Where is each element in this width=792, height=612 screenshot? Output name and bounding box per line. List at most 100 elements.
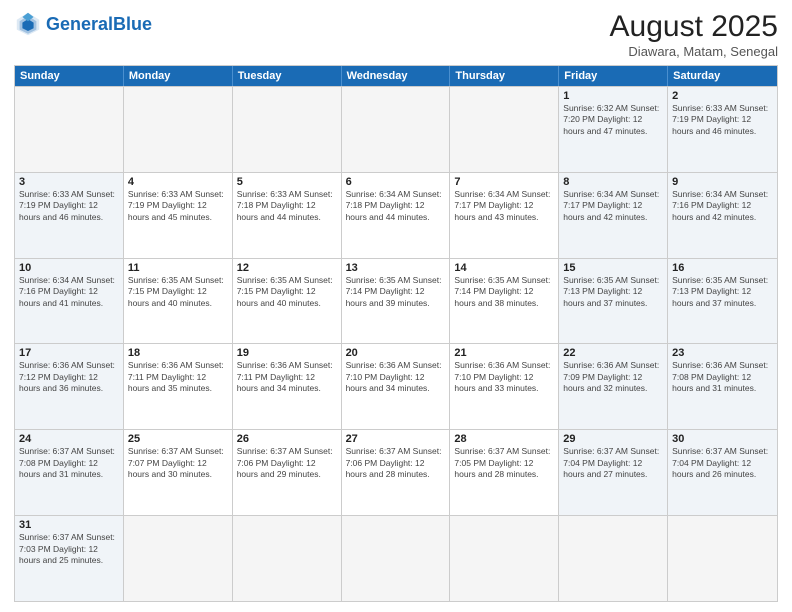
day-number: 24 <box>19 433 119 445</box>
logo-text: GeneralBlue <box>46 15 152 33</box>
calendar-header: SundayMondayTuesdayWednesdayThursdayFrid… <box>15 66 777 86</box>
day-cell-15: 15Sunrise: 6:35 AM Sunset: 7:13 PM Dayli… <box>559 259 668 344</box>
day-cell-7: 7Sunrise: 6:34 AM Sunset: 7:17 PM Daylig… <box>450 173 559 258</box>
day-detail: Sunrise: 6:37 AM Sunset: 7:04 PM Dayligh… <box>563 446 663 480</box>
empty-cell <box>559 516 668 601</box>
empty-cell <box>124 87 233 172</box>
empty-cell <box>450 87 559 172</box>
header: GeneralBlue August 2025 Diawara, Matam, … <box>14 10 778 59</box>
day-cell-22: 22Sunrise: 6:36 AM Sunset: 7:09 PM Dayli… <box>559 344 668 429</box>
empty-cell <box>233 516 342 601</box>
day-detail: Sunrise: 6:37 AM Sunset: 7:06 PM Dayligh… <box>237 446 337 480</box>
day-cell-24: 24Sunrise: 6:37 AM Sunset: 7:08 PM Dayli… <box>15 430 124 515</box>
day-number: 15 <box>563 262 663 274</box>
empty-cell <box>668 516 777 601</box>
day-detail: Sunrise: 6:36 AM Sunset: 7:10 PM Dayligh… <box>346 360 446 394</box>
day-cell-3: 3Sunrise: 6:33 AM Sunset: 7:19 PM Daylig… <box>15 173 124 258</box>
day-cell-14: 14Sunrise: 6:35 AM Sunset: 7:14 PM Dayli… <box>450 259 559 344</box>
day-number: 2 <box>672 90 773 102</box>
day-cell-4: 4Sunrise: 6:33 AM Sunset: 7:19 PM Daylig… <box>124 173 233 258</box>
day-cell-30: 30Sunrise: 6:37 AM Sunset: 7:04 PM Dayli… <box>668 430 777 515</box>
day-detail: Sunrise: 6:36 AM Sunset: 7:08 PM Dayligh… <box>672 360 773 394</box>
calendar-row-2: 10Sunrise: 6:34 AM Sunset: 7:16 PM Dayli… <box>15 258 777 344</box>
day-cell-23: 23Sunrise: 6:36 AM Sunset: 7:08 PM Dayli… <box>668 344 777 429</box>
main-title: August 2025 <box>610 10 778 44</box>
day-number: 7 <box>454 176 554 188</box>
day-number: 14 <box>454 262 554 274</box>
day-detail: Sunrise: 6:37 AM Sunset: 7:08 PM Dayligh… <box>19 446 119 480</box>
day-cell-2: 2Sunrise: 6:33 AM Sunset: 7:19 PM Daylig… <box>668 87 777 172</box>
empty-cell <box>450 516 559 601</box>
calendar-row-5: 31Sunrise: 6:37 AM Sunset: 7:03 PM Dayli… <box>15 515 777 601</box>
day-detail: Sunrise: 6:36 AM Sunset: 7:11 PM Dayligh… <box>128 360 228 394</box>
day-detail: Sunrise: 6:35 AM Sunset: 7:14 PM Dayligh… <box>454 275 554 309</box>
day-detail: Sunrise: 6:34 AM Sunset: 7:16 PM Dayligh… <box>672 189 773 223</box>
day-detail: Sunrise: 6:35 AM Sunset: 7:15 PM Dayligh… <box>237 275 337 309</box>
header-day-thursday: Thursday <box>450 66 559 86</box>
subtitle: Diawara, Matam, Senegal <box>610 44 778 59</box>
empty-cell <box>342 516 451 601</box>
day-number: 13 <box>346 262 446 274</box>
day-detail: Sunrise: 6:37 AM Sunset: 7:03 PM Dayligh… <box>19 532 119 566</box>
day-number: 30 <box>672 433 773 445</box>
day-number: 31 <box>19 519 119 531</box>
day-number: 17 <box>19 347 119 359</box>
day-cell-9: 9Sunrise: 6:34 AM Sunset: 7:16 PM Daylig… <box>668 173 777 258</box>
day-cell-5: 5Sunrise: 6:33 AM Sunset: 7:18 PM Daylig… <box>233 173 342 258</box>
day-number: 8 <box>563 176 663 188</box>
day-number: 19 <box>237 347 337 359</box>
calendar-row-3: 17Sunrise: 6:36 AM Sunset: 7:12 PM Dayli… <box>15 343 777 429</box>
calendar-row-4: 24Sunrise: 6:37 AM Sunset: 7:08 PM Dayli… <box>15 429 777 515</box>
header-day-wednesday: Wednesday <box>342 66 451 86</box>
day-detail: Sunrise: 6:34 AM Sunset: 7:16 PM Dayligh… <box>19 275 119 309</box>
day-detail: Sunrise: 6:36 AM Sunset: 7:10 PM Dayligh… <box>454 360 554 394</box>
day-number: 4 <box>128 176 228 188</box>
header-day-tuesday: Tuesday <box>233 66 342 86</box>
day-number: 18 <box>128 347 228 359</box>
day-cell-18: 18Sunrise: 6:36 AM Sunset: 7:11 PM Dayli… <box>124 344 233 429</box>
day-cell-25: 25Sunrise: 6:37 AM Sunset: 7:07 PM Dayli… <box>124 430 233 515</box>
day-detail: Sunrise: 6:34 AM Sunset: 7:18 PM Dayligh… <box>346 189 446 223</box>
day-cell-1: 1Sunrise: 6:32 AM Sunset: 7:20 PM Daylig… <box>559 87 668 172</box>
day-cell-26: 26Sunrise: 6:37 AM Sunset: 7:06 PM Dayli… <box>233 430 342 515</box>
empty-cell <box>233 87 342 172</box>
day-number: 29 <box>563 433 663 445</box>
calendar: SundayMondayTuesdayWednesdayThursdayFrid… <box>14 65 778 602</box>
day-detail: Sunrise: 6:33 AM Sunset: 7:19 PM Dayligh… <box>672 103 773 137</box>
day-cell-16: 16Sunrise: 6:35 AM Sunset: 7:13 PM Dayli… <box>668 259 777 344</box>
day-detail: Sunrise: 6:35 AM Sunset: 7:14 PM Dayligh… <box>346 275 446 309</box>
day-detail: Sunrise: 6:35 AM Sunset: 7:15 PM Dayligh… <box>128 275 228 309</box>
day-number: 23 <box>672 347 773 359</box>
day-number: 21 <box>454 347 554 359</box>
day-number: 6 <box>346 176 446 188</box>
logo: GeneralBlue <box>14 10 152 38</box>
day-cell-8: 8Sunrise: 6:34 AM Sunset: 7:17 PM Daylig… <box>559 173 668 258</box>
day-number: 20 <box>346 347 446 359</box>
header-day-friday: Friday <box>559 66 668 86</box>
day-number: 26 <box>237 433 337 445</box>
day-cell-31: 31Sunrise: 6:37 AM Sunset: 7:03 PM Dayli… <box>15 516 124 601</box>
day-cell-12: 12Sunrise: 6:35 AM Sunset: 7:15 PM Dayli… <box>233 259 342 344</box>
day-detail: Sunrise: 6:37 AM Sunset: 7:04 PM Dayligh… <box>672 446 773 480</box>
day-cell-21: 21Sunrise: 6:36 AM Sunset: 7:10 PM Dayli… <box>450 344 559 429</box>
day-number: 10 <box>19 262 119 274</box>
day-cell-19: 19Sunrise: 6:36 AM Sunset: 7:11 PM Dayli… <box>233 344 342 429</box>
day-cell-27: 27Sunrise: 6:37 AM Sunset: 7:06 PM Dayli… <box>342 430 451 515</box>
day-detail: Sunrise: 6:35 AM Sunset: 7:13 PM Dayligh… <box>563 275 663 309</box>
empty-cell <box>124 516 233 601</box>
logo-blue: Blue <box>113 14 152 34</box>
day-detail: Sunrise: 6:33 AM Sunset: 7:18 PM Dayligh… <box>237 189 337 223</box>
page: GeneralBlue August 2025 Diawara, Matam, … <box>0 0 792 612</box>
day-number: 9 <box>672 176 773 188</box>
day-detail: Sunrise: 6:37 AM Sunset: 7:06 PM Dayligh… <box>346 446 446 480</box>
day-detail: Sunrise: 6:33 AM Sunset: 7:19 PM Dayligh… <box>128 189 228 223</box>
calendar-row-0: 1Sunrise: 6:32 AM Sunset: 7:20 PM Daylig… <box>15 86 777 172</box>
day-detail: Sunrise: 6:36 AM Sunset: 7:11 PM Dayligh… <box>237 360 337 394</box>
day-number: 3 <box>19 176 119 188</box>
logo-icon <box>14 10 42 38</box>
day-detail: Sunrise: 6:35 AM Sunset: 7:13 PM Dayligh… <box>672 275 773 309</box>
day-detail: Sunrise: 6:36 AM Sunset: 7:12 PM Dayligh… <box>19 360 119 394</box>
day-number: 22 <box>563 347 663 359</box>
calendar-body: 1Sunrise: 6:32 AM Sunset: 7:20 PM Daylig… <box>15 86 777 601</box>
day-cell-6: 6Sunrise: 6:34 AM Sunset: 7:18 PM Daylig… <box>342 173 451 258</box>
